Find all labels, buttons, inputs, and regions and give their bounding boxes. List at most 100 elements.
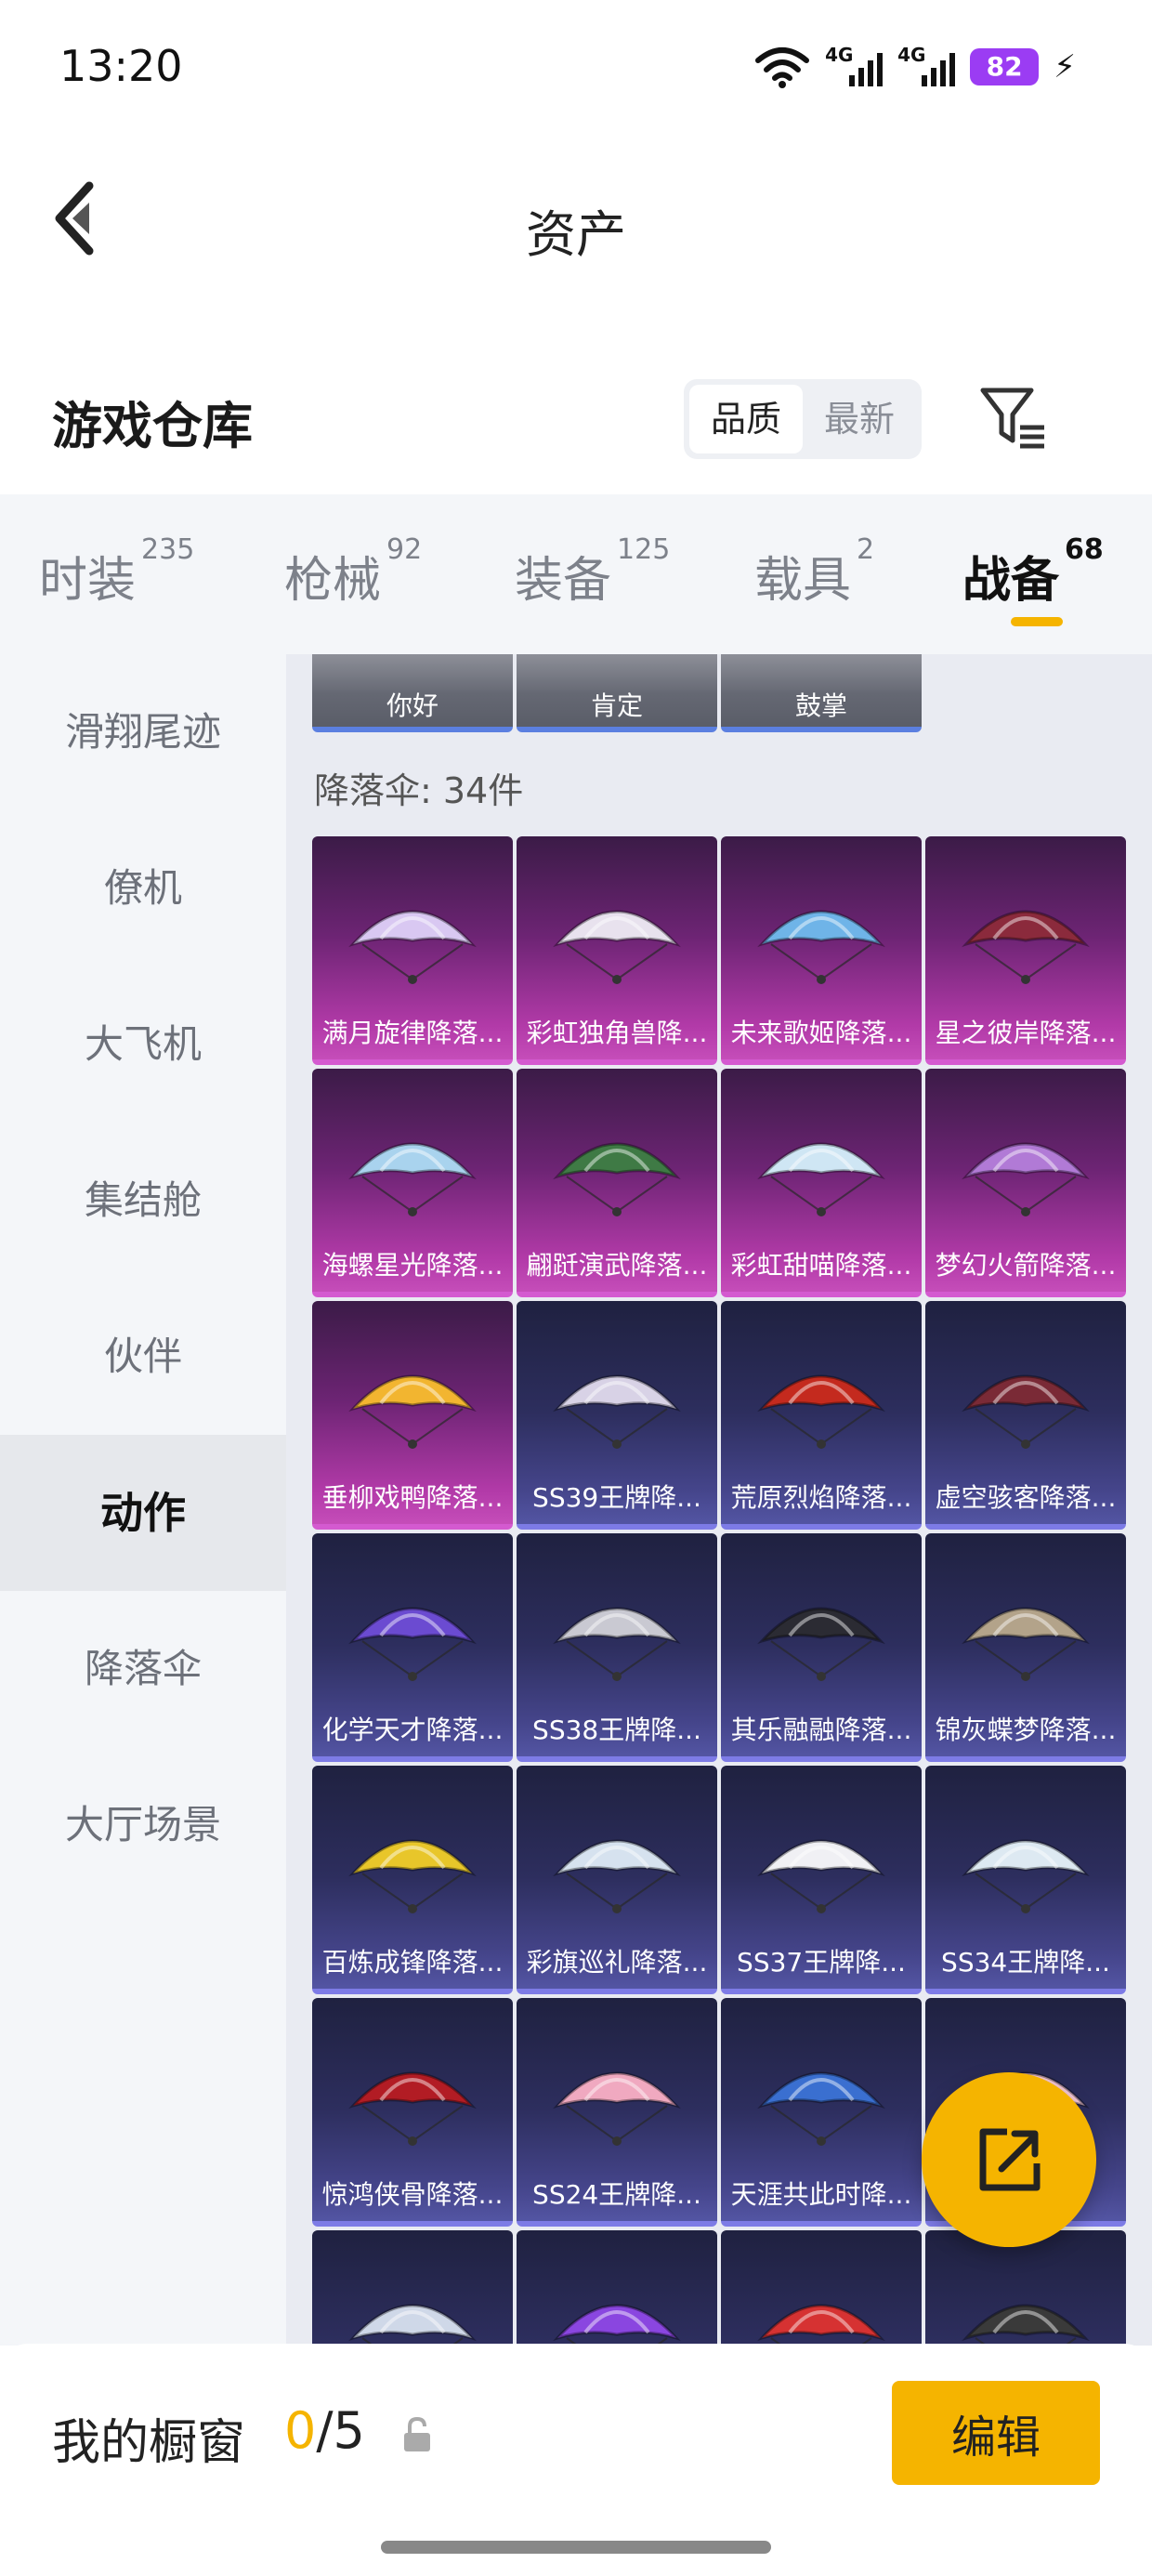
parachute-label: 荒原烈焰降落... <box>730 1482 912 1513</box>
parachute-label: SS24王牌降... <box>532 2179 701 2210</box>
sidebar-item-pod[interactable]: 集结舱 <box>0 1123 286 1279</box>
parachute-icon <box>757 910 885 984</box>
tab-count: 92 <box>386 533 423 566</box>
parachute-icon <box>757 2071 885 2146</box>
lock-icon <box>404 2416 430 2451</box>
parachute-card[interactable]: SS24王牌降... <box>517 1998 717 2227</box>
wifi-icon <box>755 47 810 88</box>
tab-label: 装备 <box>515 553 612 609</box>
parachute-card[interactable]: 化学天才降落... <box>312 1533 513 1762</box>
parachute-icon <box>553 2304 681 2346</box>
parachute-icon <box>553 1607 681 1681</box>
parachute-card[interactable]: 满月旋律降落... <box>312 836 513 1065</box>
sidebar-item-parachute[interactable]: 降落伞 <box>0 1591 286 1747</box>
showcase-label: 我的橱窗 <box>52 2415 246 2471</box>
tab-count: 2 <box>857 533 875 566</box>
parachute-label: SS37王牌降... <box>737 1947 906 1978</box>
sort-toggle: 品质 最新 <box>684 379 922 459</box>
emote-card[interactable]: 你好 <box>312 654 513 732</box>
home-indicator <box>381 2541 771 2554</box>
parachute-card[interactable]: 天涯共此时降... <box>721 1998 922 2227</box>
parachute-card[interactable]: 荒原烈焰降落... <box>721 1301 922 1530</box>
parachute-label: 海螺星光降落... <box>321 1250 504 1281</box>
parachute-card[interactable] <box>721 2230 922 2346</box>
status-icons: 4G 4G 82 ⚡ <box>754 41 1076 93</box>
sidebar-item-emote[interactable]: 动作 <box>0 1435 286 1591</box>
category-tabs: 时装235 枪械92 装备125 载具2 战备68 <box>0 494 1152 654</box>
tab-combat-gear[interactable]: 战备68 <box>962 533 1104 611</box>
sidebar-item-glide-trail[interactable]: 滑翔尾迹 <box>0 654 286 810</box>
signal-icon: 4G <box>825 44 884 90</box>
parachute-card[interactable]: 惊鸿侠骨降落... <box>312 1998 513 2227</box>
parachute-label: SS39王牌降... <box>532 1482 701 1513</box>
emote-label: 肯定 <box>590 690 643 721</box>
parachute-card[interactable]: 百炼成锋降落... <box>312 1766 513 1994</box>
parachute-card[interactable]: 星之彼岸降落... <box>925 836 1126 1065</box>
edit-button[interactable]: 编辑 <box>892 2381 1100 2485</box>
parachute-icon <box>553 1142 681 1216</box>
parachute-label: 梦幻火箭降落... <box>935 1250 1117 1281</box>
tab-costume[interactable]: 时装235 <box>39 533 194 611</box>
parachute-card[interactable]: 彩虹甜喵降落... <box>721 1069 922 1297</box>
parachute-card[interactable] <box>925 2230 1126 2346</box>
parachute-label: 翩跹演武降落... <box>526 1250 708 1281</box>
sidebar-item-lobby[interactable]: 大厅场景 <box>0 1747 286 1903</box>
parachute-card[interactable]: 彩旗巡礼降落... <box>517 1766 717 1994</box>
tab-label: 时装 <box>39 553 137 609</box>
emote-label: 鼓掌 <box>794 690 847 721</box>
parachute-label: 其乐融融降落... <box>730 1715 912 1745</box>
parachute-card[interactable]: SS39王牌降... <box>517 1301 717 1530</box>
sidebar-item-wingman[interactable]: 僚机 <box>0 810 286 966</box>
status-bar: 13:20 4G 4G 82 ⚡ <box>0 0 1152 139</box>
sort-quality-button[interactable]: 品质 <box>689 385 803 453</box>
parachute-card[interactable]: 翩跹演武降落... <box>517 1069 717 1297</box>
parachute-label: 天涯共此时降... <box>730 2179 912 2210</box>
parachute-card[interactable]: 其乐融融降落... <box>721 1533 922 1762</box>
sort-newest-button[interactable]: 最新 <box>803 385 916 453</box>
parachute-card[interactable]: 梦幻火箭降落... <box>925 1069 1126 1297</box>
parachute-icon <box>348 2071 477 2146</box>
parachute-label: 未来歌姬降落... <box>730 1018 912 1048</box>
tab-count: 125 <box>617 533 671 566</box>
parachute-card[interactable]: 未来歌姬降落... <box>721 836 922 1065</box>
page-title: 资产 <box>526 205 626 264</box>
parachute-label: 虚空骇客降落... <box>935 1482 1117 1513</box>
parachute-label: 彩虹甜喵降落... <box>730 1250 912 1281</box>
sidebar-item-companion[interactable]: 伙伴 <box>0 1279 286 1435</box>
emote-card[interactable]: 鼓掌 <box>721 654 922 732</box>
parachute-card[interactable] <box>517 2230 717 2346</box>
parachute-card[interactable]: 海螺星光降落... <box>312 1069 513 1297</box>
parachute-card[interactable]: SS34王牌降... <box>925 1766 1126 1994</box>
emote-card[interactable]: 肯定 <box>517 654 717 732</box>
parachute-card[interactable]: 垂柳戏鸭降落... <box>312 1301 513 1530</box>
share-button[interactable] <box>922 2072 1096 2247</box>
parachute-label: 彩旗巡礼降落... <box>526 1947 708 1978</box>
parachute-card[interactable]: 锦灰蝶梦降落... <box>925 1533 1126 1762</box>
showcase-count: 0/5 <box>284 2401 365 2460</box>
sidebar-item-plane[interactable]: 大飞机 <box>0 966 286 1123</box>
parachute-card[interactable]: SS38王牌降... <box>517 1533 717 1762</box>
warehouse-title: 游戏仓库 <box>52 397 253 455</box>
tab-vehicles[interactable]: 载具2 <box>754 533 874 611</box>
parachute-icon <box>348 910 477 984</box>
filter-icon[interactable] <box>977 383 1048 453</box>
parachute-card[interactable]: SS37王牌降... <box>721 1766 922 1994</box>
parachute-icon <box>757 1142 885 1216</box>
tab-equipment[interactable]: 装备125 <box>515 533 670 611</box>
tab-count: 235 <box>141 533 195 566</box>
signal-icon: 4G <box>897 44 956 90</box>
parachute-card[interactable]: 虚空骇客降落... <box>925 1301 1126 1530</box>
parachute-label: 惊鸿侠骨降落... <box>321 2179 504 2210</box>
parachute-icon <box>553 1839 681 1913</box>
tab-label: 载具 <box>754 553 852 609</box>
sidebar: 滑翔尾迹 僚机 大飞机 集结舱 伙伴 动作 降落伞 大厅场景 <box>0 654 286 2346</box>
parachute-card[interactable]: 彩虹独角兽降... <box>517 836 717 1065</box>
parachute-label: 垂柳戏鸭降落... <box>321 1482 504 1513</box>
status-time: 13:20 <box>59 41 183 91</box>
parachute-label: SS38王牌降... <box>532 1715 701 1745</box>
tab-weapons[interactable]: 枪械92 <box>284 533 422 611</box>
parachute-icon <box>962 2304 1090 2346</box>
parachute-card[interactable] <box>312 2230 513 2346</box>
parachute-label: SS34王牌降... <box>941 1947 1110 1978</box>
parachute-icon <box>348 1142 477 1216</box>
